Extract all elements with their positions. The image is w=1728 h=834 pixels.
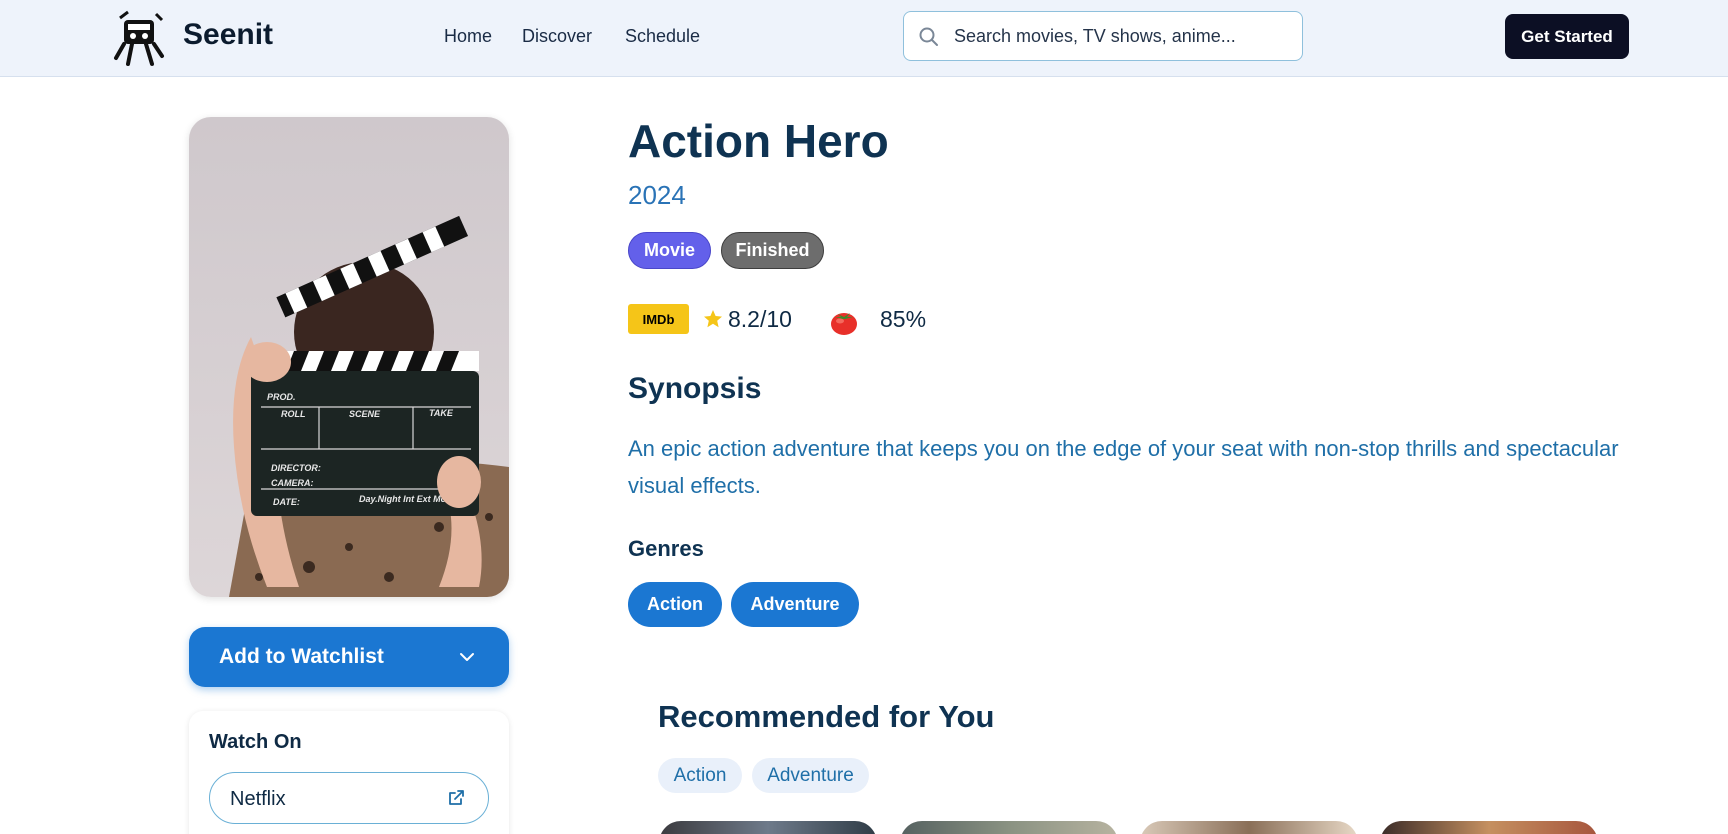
synopsis-text: An epic action adventure that keeps you … [628, 436, 1619, 498]
recommended-card[interactable] [659, 821, 877, 834]
imdb-logo: IMDb [628, 304, 689, 334]
recommended-card[interactable] [1380, 821, 1598, 834]
brand-name[interactable]: Seenit [183, 18, 273, 52]
recommended-card[interactable] [900, 821, 1118, 834]
tomato-icon [831, 313, 857, 335]
watch-on-title: Watch On [209, 731, 302, 753]
nav-home[interactable]: Home [444, 26, 492, 47]
filter-chip-adventure[interactable]: Adventure [752, 758, 869, 793]
rotten-tomatoes-score: 85% [880, 306, 927, 332]
type-badge: Movie [628, 232, 711, 269]
nav-schedule[interactable]: Schedule [625, 26, 700, 47]
filter-chip-action[interactable]: Action [658, 758, 742, 793]
external-link-icon [449, 790, 464, 805]
add-to-watchlist-button[interactable]: Add to Watchlist [189, 627, 509, 687]
genre-tag-action[interactable]: Action [628, 582, 722, 627]
svg-text:ROLL: ROLL [281, 409, 306, 419]
top-navigation-bar: Seenit Home Discover Schedule Get Starte… [0, 0, 1728, 77]
poster-image: PROD. ROLL SCENE TAKE DIRECTOR: CAMERA: … [189, 117, 509, 597]
svg-text:TAKE: TAKE [429, 408, 454, 418]
provider-name: Netflix [230, 788, 286, 810]
star-icon [704, 310, 722, 328]
genres-heading: Genres [628, 536, 704, 561]
svg-text:Day.Night Int Ext Mos: Day.Night Int Ext Mos [359, 494, 451, 504]
logo-icon[interactable] [106, 6, 170, 68]
release-year: 2024 [628, 180, 686, 210]
watch-on-card: Watch On Netflix [189, 711, 509, 834]
recommended-card[interactable] [1140, 821, 1358, 834]
status-badge: Finished [721, 232, 824, 269]
nav-discover[interactable]: Discover [522, 26, 592, 47]
get-started-button[interactable]: Get Started [1505, 14, 1629, 59]
media-title: Action Hero [628, 115, 889, 167]
svg-text:CAMERA:: CAMERA: [271, 478, 314, 488]
search-icon [919, 27, 938, 46]
provider-netflix[interactable]: Netflix [209, 772, 489, 824]
search-box [903, 11, 1303, 61]
watchlist-label: Add to Watchlist [219, 645, 384, 668]
svg-text:DATE:: DATE: [273, 497, 300, 507]
synopsis-heading: Synopsis [628, 372, 762, 405]
recommended-heading: Recommended for You [658, 699, 995, 734]
chevron-down-icon [460, 653, 474, 661]
imdb-score: 8.2/10 [728, 306, 792, 332]
genre-tag-adventure[interactable]: Adventure [731, 582, 859, 627]
svg-text:PROD.: PROD. [267, 392, 296, 402]
search-input[interactable] [954, 20, 1289, 52]
svg-text:DIRECTOR:: DIRECTOR: [271, 463, 321, 473]
svg-text:SCENE: SCENE [349, 409, 381, 419]
